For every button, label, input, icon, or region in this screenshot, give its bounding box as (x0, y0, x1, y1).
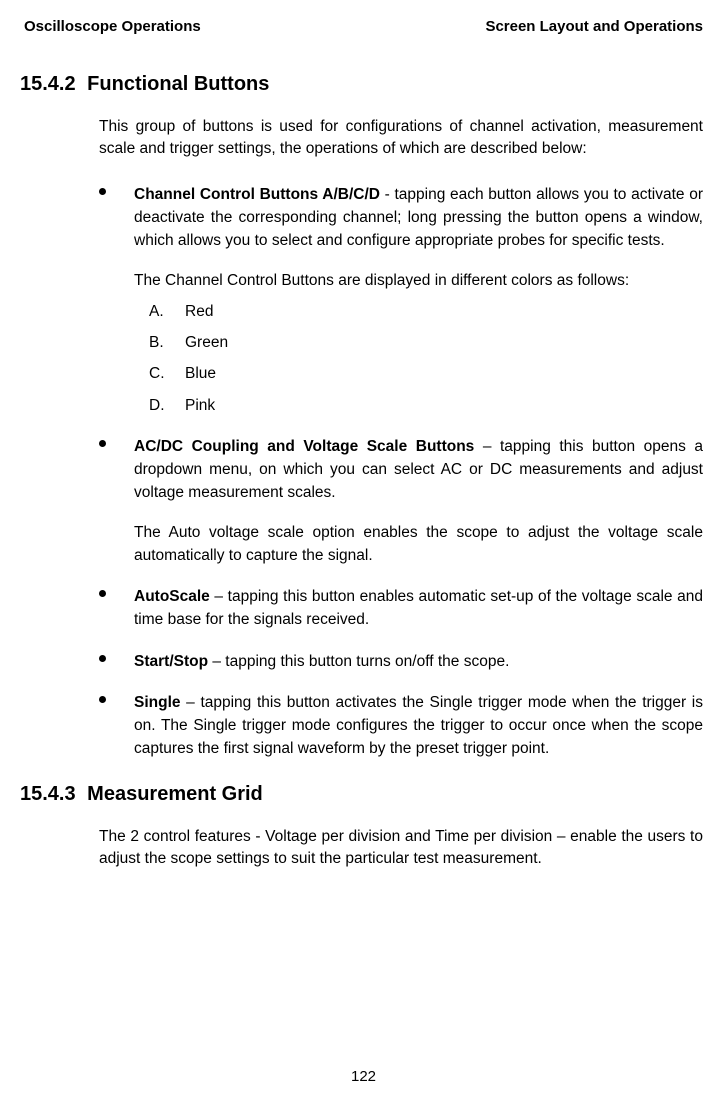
section-heading-functional-buttons: 15.4.2 Functional Buttons (20, 73, 703, 96)
bullet-subpara: The Channel Control Buttons are displaye… (134, 269, 703, 292)
bullet-lead: AutoScale (134, 588, 210, 605)
bullet-text: AutoScale – tapping this button enables … (134, 585, 703, 632)
bullet-icon (99, 188, 106, 195)
bullet-icon (99, 440, 106, 447)
bullet-acdc: AC/DC Coupling and Voltage Scale Buttons… (99, 435, 703, 567)
bullet-text: Single – tapping this button activates t… (134, 691, 703, 761)
section-number: 15.4.2 (20, 73, 76, 95)
section-number: 15.4.3 (20, 783, 76, 805)
color-item-a: A.Red (149, 300, 703, 323)
color-name: Red (185, 303, 213, 320)
color-list: A.Red B.Green C.Blue D.Pink (149, 300, 703, 417)
section-title: Functional Buttons (87, 73, 269, 95)
bullet-text: Start/Stop – tapping this button turns o… (134, 650, 703, 673)
bullet-body: – tapping this button enables automatic … (134, 588, 703, 628)
color-item-b: B.Green (149, 331, 703, 354)
bullet-text: Channel Control Buttons A/B/C/D - tappin… (134, 183, 703, 253)
header-right: Screen Layout and Operations (485, 18, 703, 35)
bullet-single: Single – tapping this button activates t… (99, 691, 703, 761)
bullet-channel-control: Channel Control Buttons A/B/C/D - tappin… (99, 183, 703, 417)
bullet-list: Channel Control Buttons A/B/C/D - tappin… (99, 183, 703, 761)
bullet-icon (99, 655, 106, 662)
color-letter: A. (149, 300, 185, 323)
bullet-icon (99, 590, 106, 597)
section-heading-measurement-grid: 15.4.3 Measurement Grid (20, 783, 703, 806)
bullet-lead: Start/Stop (134, 653, 208, 670)
page-number: 122 (0, 1068, 727, 1085)
section-title: Measurement Grid (87, 783, 263, 805)
color-item-c: C.Blue (149, 362, 703, 385)
section-intro: The 2 control features - Voltage per div… (99, 826, 703, 871)
bullet-startstop: Start/Stop – tapping this button turns o… (99, 650, 703, 673)
bullet-text: AC/DC Coupling and Voltage Scale Buttons… (134, 435, 703, 505)
color-name: Blue (185, 365, 216, 382)
bullet-icon (99, 696, 106, 703)
bullet-lead: Single (134, 694, 181, 711)
page-header: Oscilloscope Operations Screen Layout an… (24, 18, 703, 35)
bullet-lead: Channel Control Buttons A/B/C/D (134, 186, 380, 203)
color-item-d: D.Pink (149, 394, 703, 417)
color-letter: B. (149, 331, 185, 354)
bullet-body: – tapping this button turns on/off the s… (208, 653, 509, 670)
color-letter: D. (149, 394, 185, 417)
color-name: Green (185, 334, 228, 351)
color-name: Pink (185, 397, 215, 414)
bullet-autoscale: AutoScale – tapping this button enables … (99, 585, 703, 632)
bullet-subpara: The Auto voltage scale option enables th… (134, 521, 703, 568)
bullet-lead: AC/DC Coupling and Voltage Scale Buttons (134, 438, 474, 455)
color-letter: C. (149, 362, 185, 385)
section-intro: This group of buttons is used for config… (99, 116, 703, 161)
header-left: Oscilloscope Operations (24, 18, 201, 35)
bullet-body: – tapping this button activates the Sing… (134, 694, 703, 758)
